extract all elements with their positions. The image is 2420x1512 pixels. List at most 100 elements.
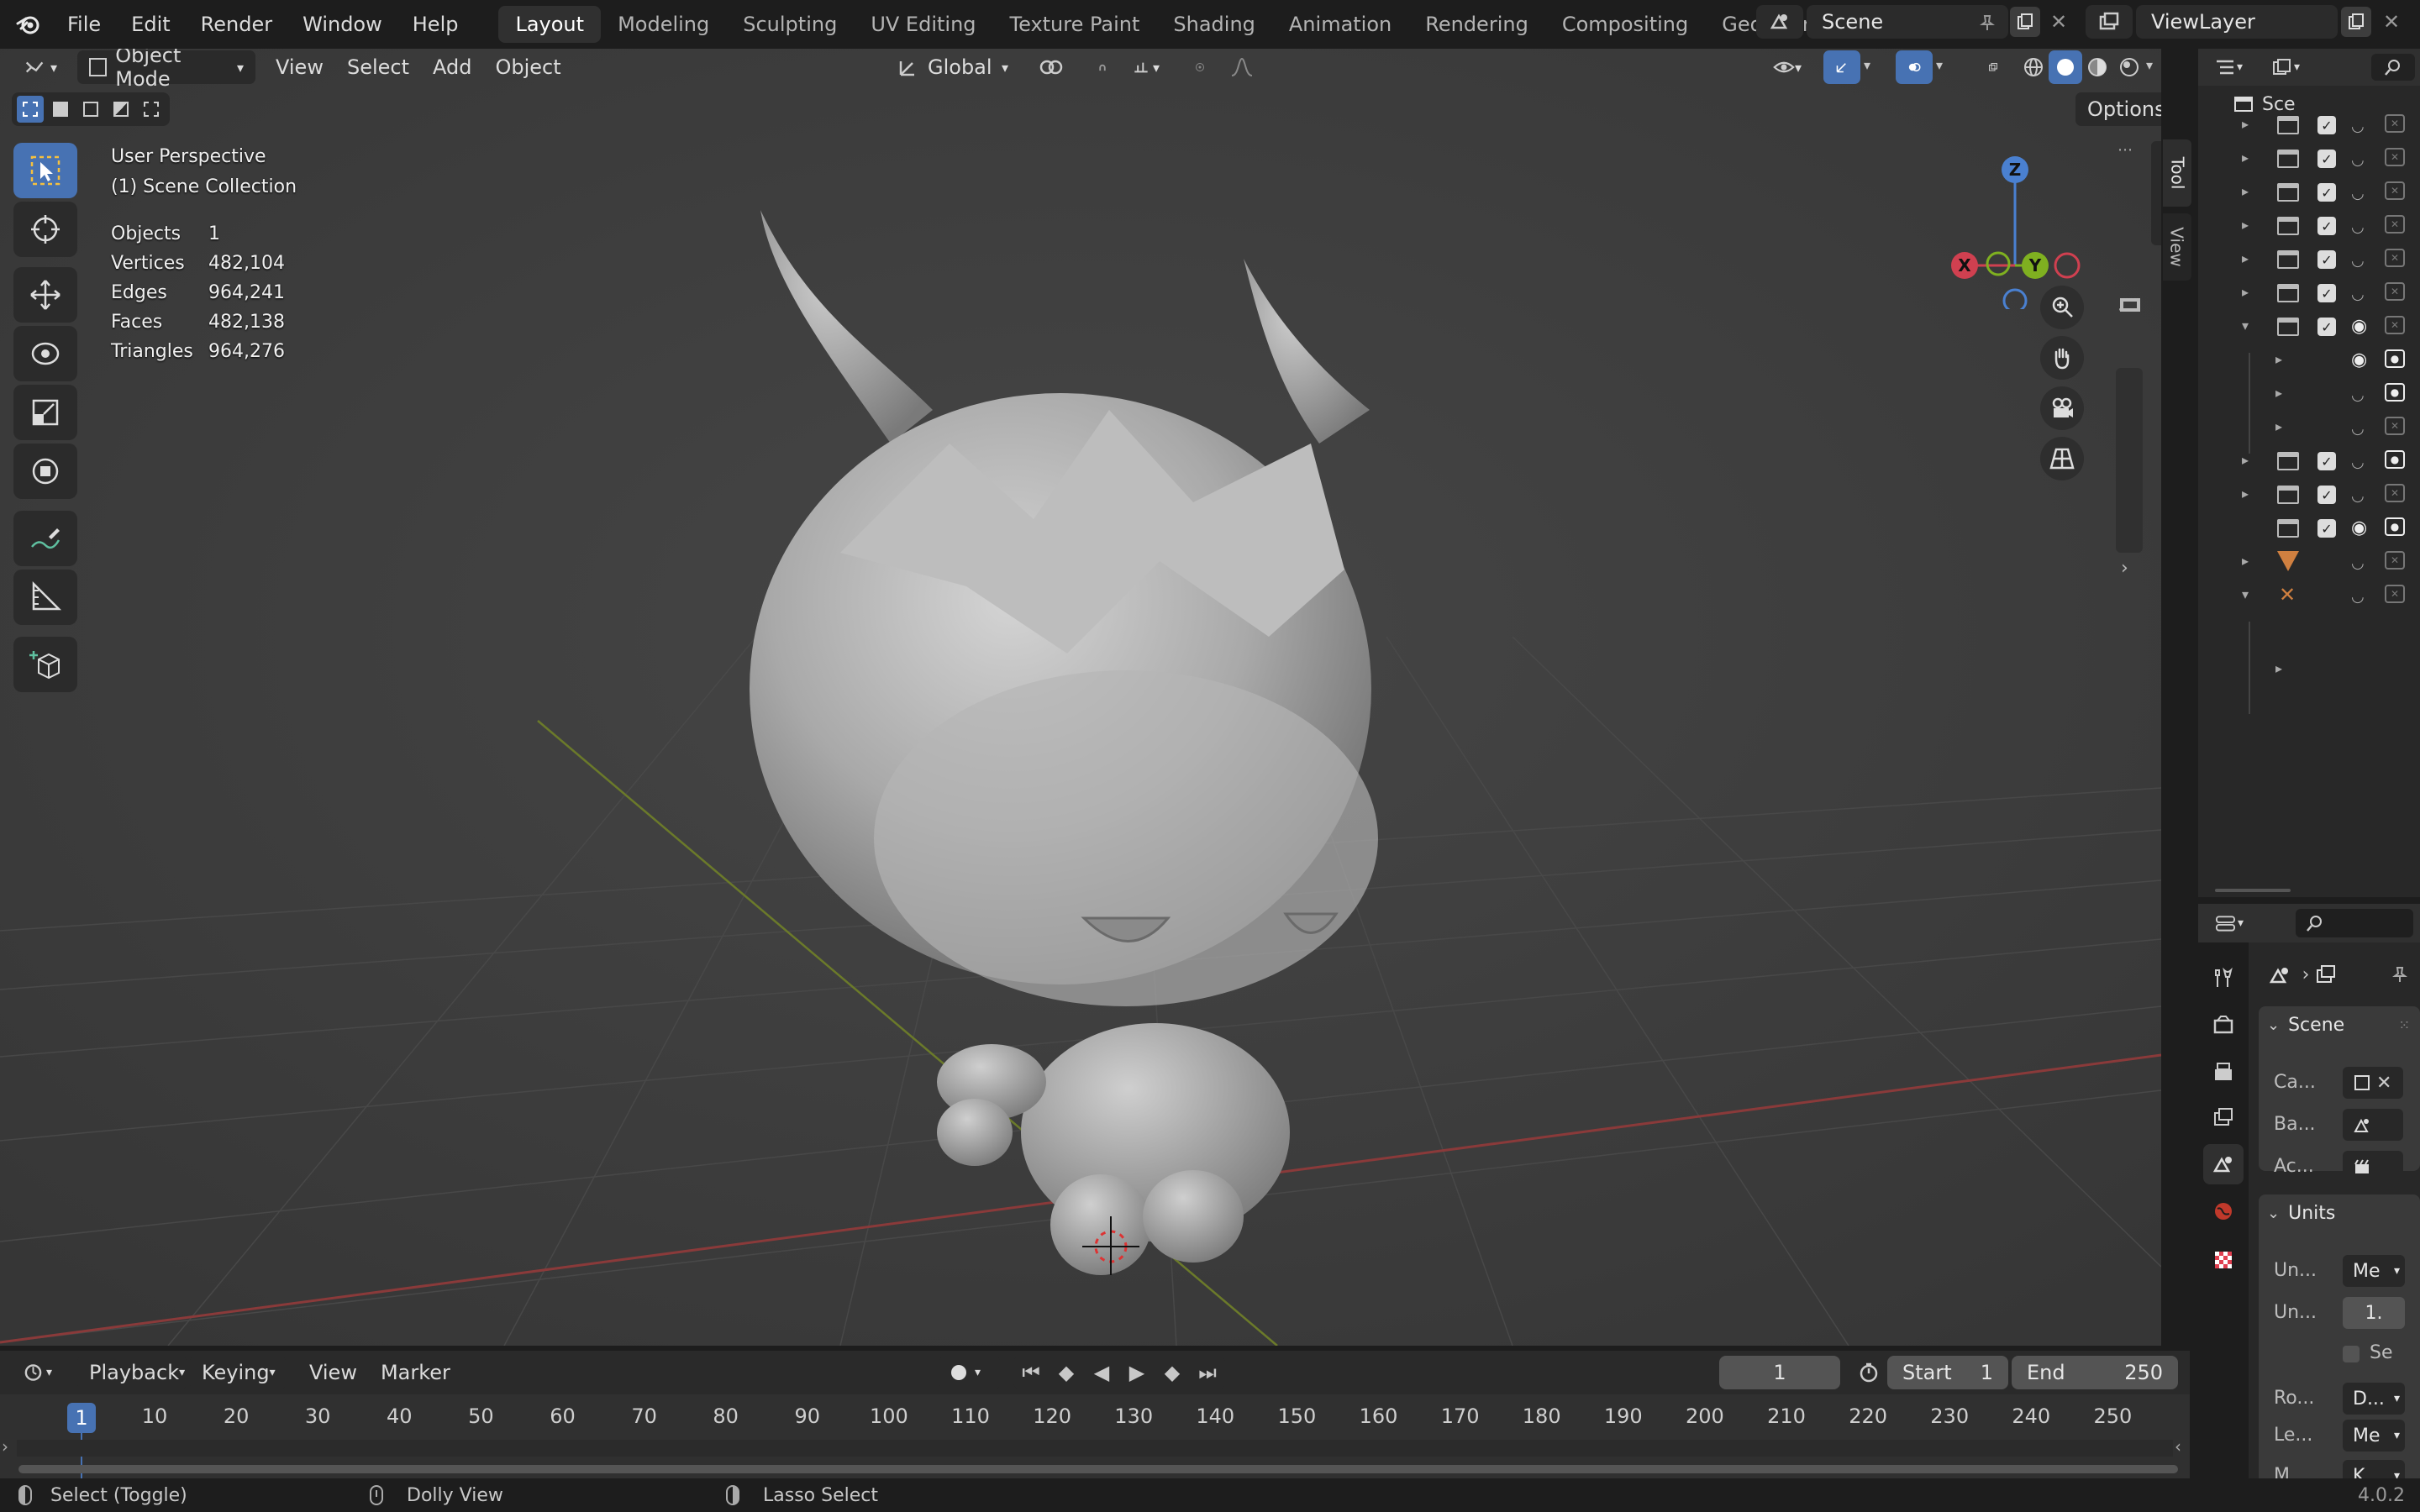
separate-units-checkbox[interactable] [2343,1346,2360,1362]
cursor-tool[interactable] [13,202,77,257]
eye-closed-icon[interactable]: ◡ [2351,252,2365,270]
menu-file[interactable]: File [52,4,116,45]
expand-arrow-icon[interactable]: ▸ [2275,660,2282,676]
expand-arrow-icon[interactable]: ▸ [2275,418,2282,434]
render-disabled-icon[interactable]: ✕ [2385,249,2405,267]
mode-selector[interactable]: Object Mode ▾ [77,49,255,91]
prev-keyframe-icon[interactable]: ◆ [1049,1356,1084,1389]
blender-logo-icon[interactable] [12,8,45,41]
object-menu[interactable]: Object [483,50,572,84]
render-camera-icon[interactable]: ● [2385,349,2405,368]
outliner-row[interactable]: ▸ ✓ ◡ ✕ [2198,109,2420,143]
output-tab-icon[interactable] [2208,1057,2238,1087]
render-camera-icon[interactable]: ● [2385,517,2405,536]
section-drag-icon[interactable]: ⁙ [2399,1017,2410,1033]
rotate-tool[interactable] [13,326,77,381]
outliner-row[interactable]: ▸ ◉ ● [2198,344,2420,378]
menu-help[interactable]: Help [397,4,474,45]
shading-wireframe-button[interactable] [2017,50,2050,84]
exclude-checkbox[interactable]: ✓ [2317,486,2336,504]
outliner-search-icon[interactable] [2371,54,2415,81]
workspace-tab-uv-editing[interactable]: UV Editing [854,6,992,43]
outliner-row[interactable]: ▸ ✓ ◡ ✕ [2198,176,2420,210]
jump-start-icon[interactable]: ⏮ [1013,1356,1049,1389]
outliner-row[interactable]: ▸ ✓ ◡ ✕ [2198,244,2420,277]
unit-scale-field[interactable]: 1. [2343,1297,2405,1329]
select-box-tool[interactable] [13,143,77,198]
timeline-left-arrow-icon[interactable]: › [2,1436,8,1457]
add-cube-tool[interactable] [13,637,77,692]
workspace-tab-animation[interactable]: Animation [1272,6,1408,43]
eye-closed-icon[interactable]: ◡ [2351,588,2365,606]
exclude-checkbox[interactable]: ✓ [2317,250,2336,269]
properties-panel[interactable]: ▾ › ⌄ Scene ⁙ Ca... ✕ Ba... Ac... ⌄ Unit… [2198,904,2420,1512]
exclude-checkbox[interactable]: ✓ [2317,150,2336,168]
transform-tool[interactable] [13,444,77,499]
delete-scene-icon[interactable]: ✕ [2045,8,2072,35]
exclude-checkbox[interactable]: ✓ [2317,318,2336,336]
outliner-row[interactable]: ▸ ✓ ◡ ✕ [2198,277,2420,311]
proportional-falloff-button[interactable] [1218,50,1269,84]
auto-keying-toggle[interactable]: ▾ [939,1356,1000,1389]
render-disabled-icon[interactable]: ✕ [2385,417,2405,435]
jump-end-icon[interactable]: ⏭ [1190,1356,1225,1389]
timeline-view-menu[interactable]: View [297,1356,369,1389]
active-clip-field[interactable] [2343,1151,2403,1183]
world-tab-icon[interactable] [2208,1196,2238,1226]
navigation-gizmo[interactable]: Z X Y [1941,141,2092,309]
annotate-tool[interactable] [13,511,77,566]
eye-closed-icon[interactable]: ◡ [2351,286,2365,303]
select-menu[interactable]: Select [335,50,421,84]
expand-arrow-icon[interactable]: ▸ [2242,486,2249,501]
shading-solid-button[interactable] [2049,50,2082,84]
render-disabled-icon[interactable]: ✕ [2385,114,2405,133]
outliner-row[interactable]: ▸ ✓ ◡ ● [2198,445,2420,479]
eye-closed-icon[interactable]: ◡ [2351,118,2365,135]
render-tab-icon[interactable] [2208,1010,2238,1040]
workspace-tab-sculpting[interactable]: Sculpting [726,6,854,43]
expand-arrow-icon[interactable]: ▸ [2242,217,2249,233]
length-select[interactable]: Me ▾ [2343,1420,2405,1452]
sidebar-expand-icon[interactable]: › [2121,558,2128,579]
expand-arrow-icon[interactable]: ▸ [2242,116,2249,132]
eye-open-icon[interactable]: ◉ [2351,517,2367,538]
options-button[interactable]: Options ▾ [2075,92,2161,126]
new-viewlayer-icon[interactable] [2341,7,2371,37]
pan-view-button[interactable] [2040,336,2084,380]
outliner-display-mode-button[interactable]: ▾ [2260,50,2312,84]
workspace-tab-rendering[interactable]: Rendering [1408,6,1545,43]
outliner-row[interactable]: ▸ ◡ ✕ [2198,546,2420,580]
expand-arrow-icon[interactable]: ▸ [2242,284,2249,300]
workspace-tab-modeling[interactable]: Modeling [601,6,726,43]
render-disabled-icon[interactable]: ✕ [2385,181,2405,200]
tool-settings-tab-icon[interactable] [2208,963,2238,993]
current-frame-field[interactable]: 1 [1719,1356,1840,1389]
render-disabled-icon[interactable]: ✕ [2385,551,2405,570]
visibility-selector[interactable]: ▾ [1761,50,1813,84]
move-tool[interactable] [13,267,77,323]
texture-tab-icon[interactable] [2208,1245,2238,1275]
outliner-row[interactable]: ▸ [2198,654,2420,687]
render-camera-icon[interactable]: ● [2385,383,2405,402]
eye-closed-icon[interactable]: ◡ [2351,454,2365,471]
scene-section-header[interactable]: ⌄ Scene ⁙ [2259,1006,2420,1043]
gizmo-toggle[interactable] [1823,50,1860,84]
outliner-row[interactable]: ▸ ✓ ◡ ✕ [2198,479,2420,512]
expand-arrow-icon[interactable]: ▸ [2275,385,2282,401]
pin-scene-icon[interactable] [1975,10,2000,35]
expand-arrow-icon[interactable]: ▸ [2242,183,2249,199]
expand-arrow-icon[interactable]: ▾ [2242,586,2249,602]
zoom-view-button[interactable] [2040,286,2084,329]
shading-material-button[interactable] [2081,50,2114,84]
playback-menu[interactable]: Playback ▾ [77,1356,187,1389]
snap-target-button[interactable]: ▾ [1121,50,1171,84]
exclude-checkbox[interactable]: ✓ [2317,116,2336,134]
outliner-scroll-handle[interactable] [2215,889,2291,892]
unit-system-select[interactable]: Me ▾ [2343,1255,2405,1287]
select-subtract-icon[interactable] [77,96,104,123]
eye-closed-icon[interactable]: ◡ [2351,185,2365,202]
expand-arrow-icon[interactable]: ▾ [2242,318,2249,333]
measure-tool[interactable] [13,570,77,625]
timeline-editor[interactable]: ▾ Playback ▾ Keying ▾ View Marker ▾ ⏮ ◆ ◀ … [0,1351,2190,1478]
play-reverse-icon[interactable]: ◀ [1084,1356,1119,1389]
